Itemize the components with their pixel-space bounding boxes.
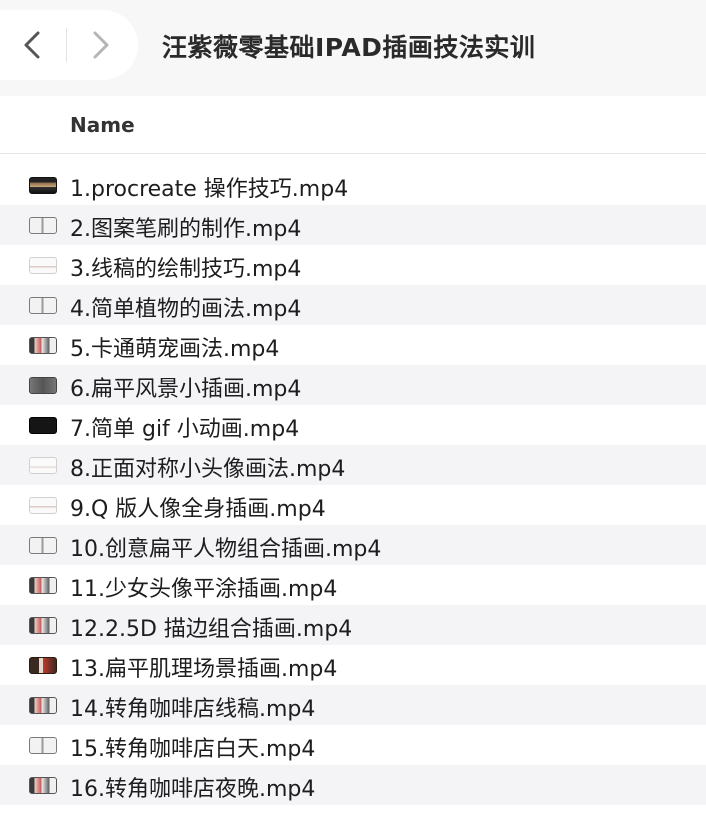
file-row[interactable]: 13.扁平肌理场景插画.mp4 [0, 645, 706, 685]
chevron-right-icon [93, 31, 109, 59]
file-row[interactable]: 14.转角咖啡店线稿.mp4 [0, 685, 706, 725]
file-name: 16.转角咖啡店夜晚.mp4 [70, 777, 316, 802]
file-list: 1.procreate 操作技巧.mp4 2.图案笔刷的制作.mp4 3.线稿的绘制… [0, 165, 706, 805]
file-row[interactable]: 2.图案笔刷的制作.mp4 [0, 205, 706, 245]
file-name: 9.Q 版人像全身插画.mp4 [70, 497, 326, 522]
file-row[interactable]: 16.转角咖啡店夜晚.mp4 [0, 765, 706, 805]
file-row[interactable]: 6.扁平风景小插画.mp4 [0, 365, 706, 405]
file-list-view: Name 1.procreate 操作技巧.mp4 2.图案笔刷的制作.mp4 3.… [0, 96, 706, 840]
back-button[interactable] [0, 10, 66, 80]
name-column-header[interactable]: Name [70, 113, 135, 137]
video-file-icon [29, 537, 57, 554]
file-row[interactable]: 10.创意扁平人物组合插画.mp4 [0, 525, 706, 565]
toolbar: 汪紫薇零基础IPAD插画技法实训 [0, 0, 706, 96]
video-file-icon [29, 337, 57, 354]
file-name: 12.2.5D 描边组合插画.mp4 [70, 617, 353, 642]
video-file-icon [29, 297, 57, 314]
video-file-icon [29, 177, 57, 194]
file-row[interactable]: 7.简单 gif 小动画.mp4 [0, 405, 706, 445]
file-row[interactable]: 12.2.5D 描边组合插画.mp4 [0, 605, 706, 645]
file-row[interactable]: 3.线稿的绘制技巧.mp4 [0, 245, 706, 285]
file-name: 3.线稿的绘制技巧.mp4 [70, 257, 302, 282]
file-name: 2.图案笔刷的制作.mp4 [70, 217, 302, 242]
file-row[interactable]: 9.Q 版人像全身插画.mp4 [0, 485, 706, 525]
file-name: 8.正面对称小头像画法.mp4 [70, 457, 346, 482]
video-file-icon [29, 577, 57, 594]
video-file-icon [29, 217, 57, 234]
video-file-icon [29, 657, 57, 674]
file-row[interactable]: 5.卡通萌宠画法.mp4 [0, 325, 706, 365]
file-name: 4.简单植物的画法.mp4 [70, 297, 302, 322]
video-file-icon [29, 497, 57, 514]
forward-button[interactable] [67, 10, 133, 80]
file-name: 15.转角咖啡店白天.mp4 [70, 737, 316, 762]
navigation-buttons [0, 10, 138, 80]
video-file-icon [29, 777, 57, 794]
file-name: 7.简单 gif 小动画.mp4 [70, 417, 300, 442]
video-file-icon [29, 697, 57, 714]
column-header-bar: Name [0, 96, 706, 154]
file-name: 6.扁平风景小插画.mp4 [70, 377, 302, 402]
video-file-icon [29, 417, 57, 434]
file-name: 14.转角咖啡店线稿.mp4 [70, 697, 316, 722]
window-title: 汪紫薇零基础IPAD插画技法实训 [162, 33, 536, 62]
file-name: 13.扁平肌理场景插画.mp4 [70, 657, 338, 682]
file-row[interactable]: 15.转角咖啡店白天.mp4 [0, 725, 706, 765]
file-row[interactable]: 1.procreate 操作技巧.mp4 [0, 165, 706, 205]
video-file-icon [29, 617, 57, 634]
file-name: 1.procreate 操作技巧.mp4 [70, 177, 349, 202]
chevron-left-icon [24, 31, 40, 59]
file-row[interactable]: 4.简单植物的画法.mp4 [0, 285, 706, 325]
file-row[interactable]: 11.少女头像平涂插画.mp4 [0, 565, 706, 605]
file-row[interactable]: 8.正面对称小头像画法.mp4 [0, 445, 706, 485]
video-file-icon [29, 457, 57, 474]
file-name: 11.少女头像平涂插画.mp4 [70, 577, 338, 602]
video-file-icon [29, 377, 57, 394]
video-file-icon [29, 257, 57, 274]
file-name: 10.创意扁平人物组合插画.mp4 [70, 537, 382, 562]
file-name: 5.卡通萌宠画法.mp4 [70, 337, 280, 362]
video-file-icon [29, 737, 57, 754]
